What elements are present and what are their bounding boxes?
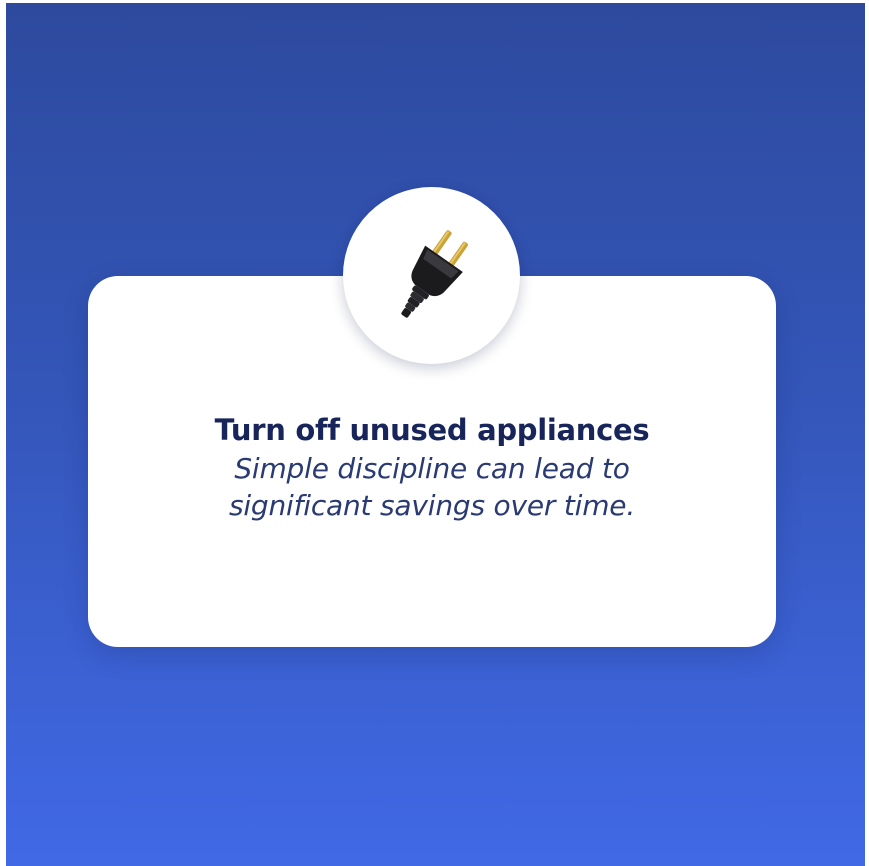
card-subtitle-line-1: Simple discipline can lead to bbox=[234, 452, 630, 485]
icon-badge bbox=[343, 187, 520, 364]
power-plug-icon bbox=[400, 229, 468, 318]
card-text: Turn off unused appliances Simple discip… bbox=[88, 410, 776, 524]
card-subtitle-line-2: significant savings over time. bbox=[228, 489, 636, 522]
card-title: Turn off unused appliances bbox=[214, 413, 650, 447]
canvas: Turn off unused appliances Simple discip… bbox=[0, 0, 869, 866]
